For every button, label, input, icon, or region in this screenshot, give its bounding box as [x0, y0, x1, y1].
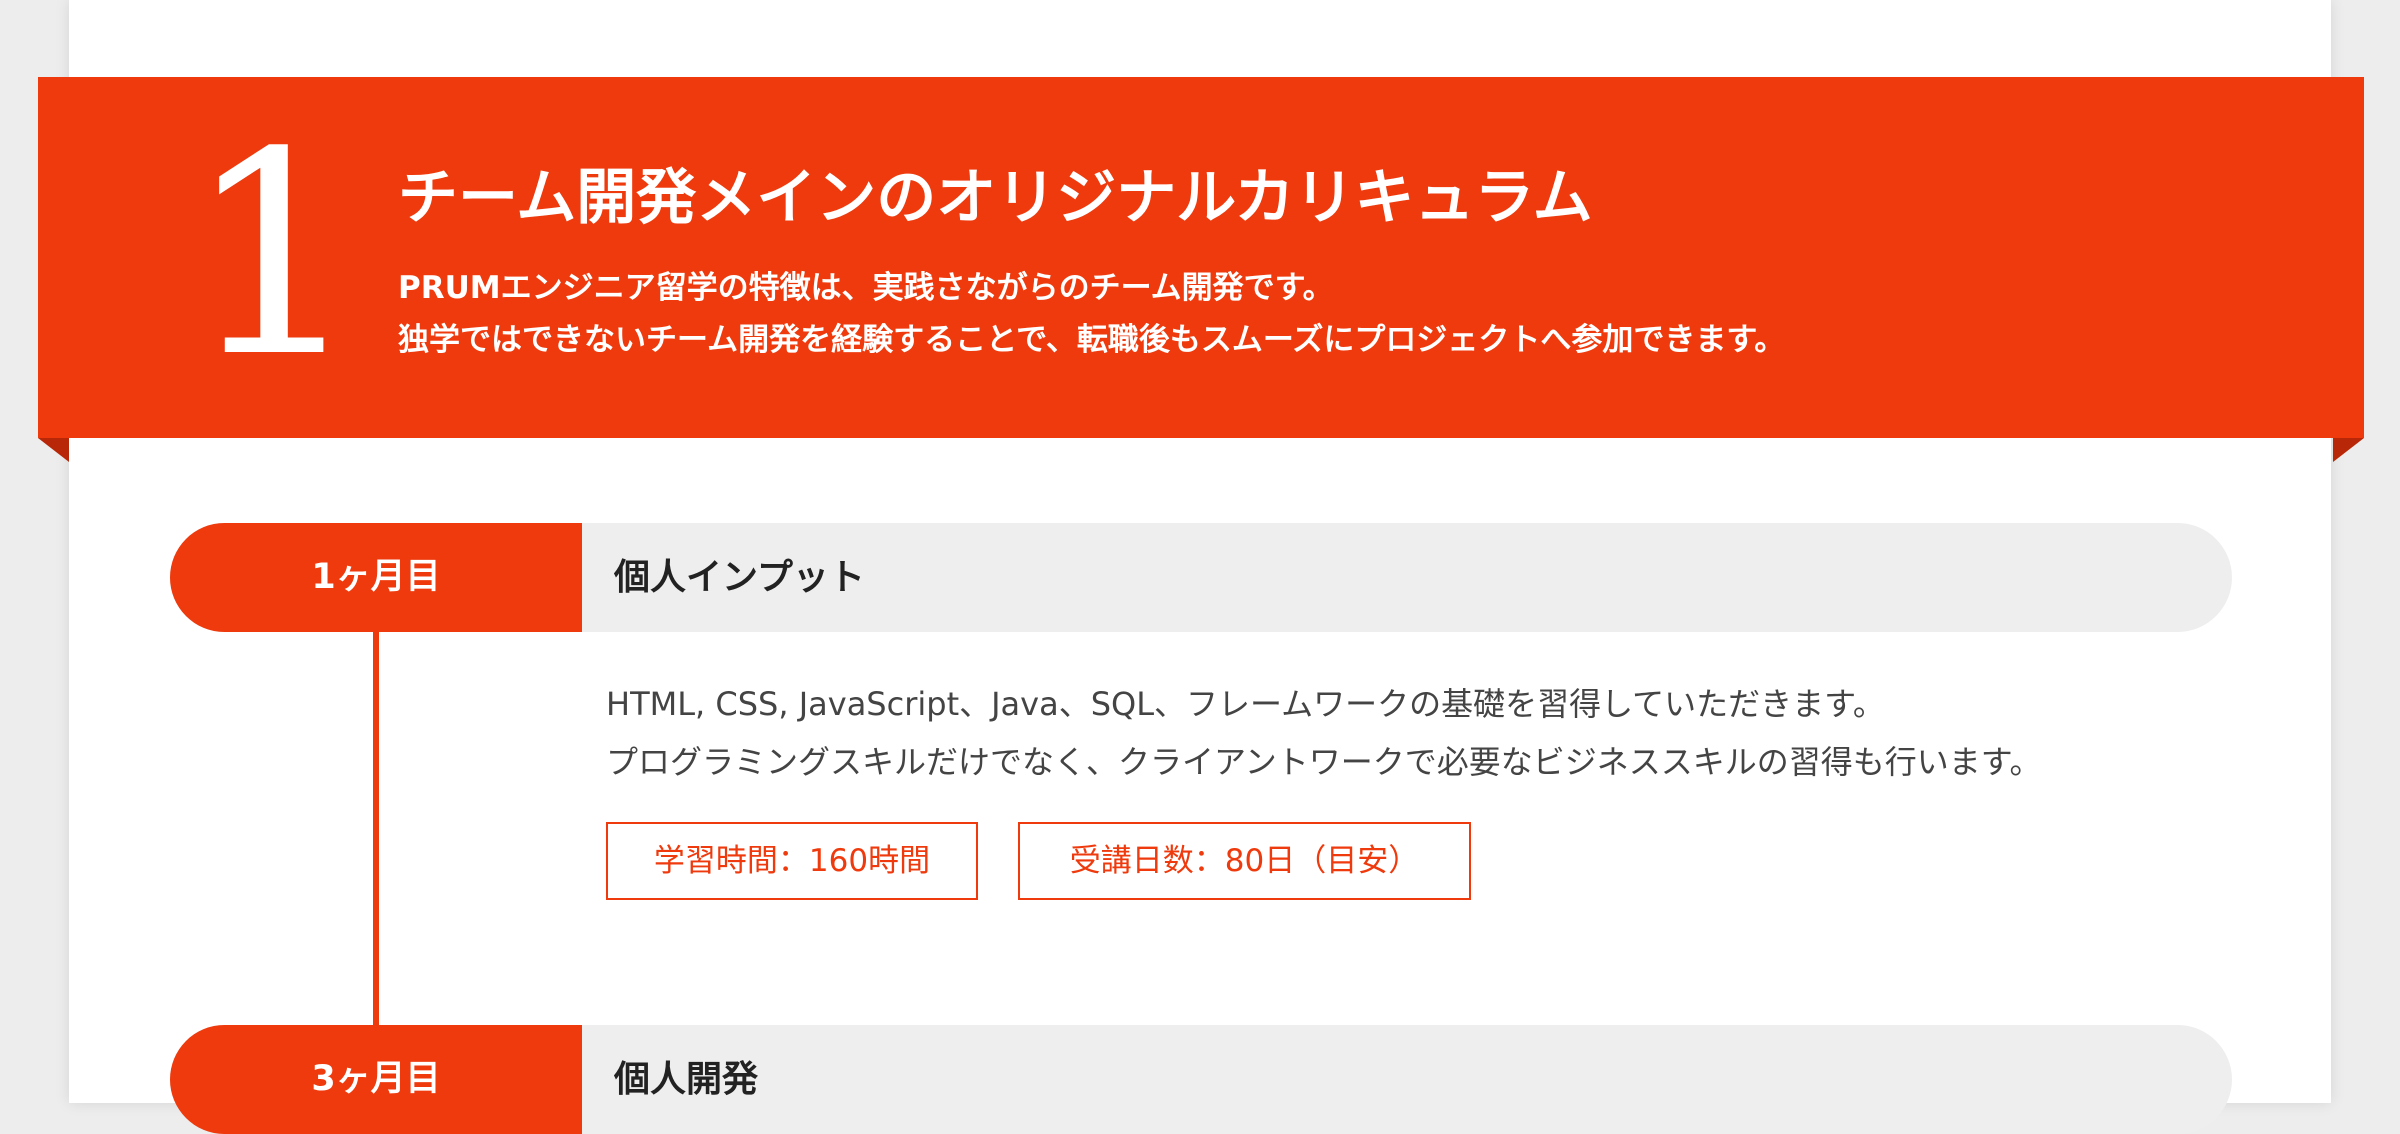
- step-month-label: 3ヶ月目: [170, 1025, 582, 1134]
- banner-fold-left: [38, 438, 69, 462]
- timeline-connector: [373, 628, 379, 1028]
- course-days-tag: 受講日数：80日（目安）: [1018, 822, 1471, 900]
- step-header-month-1: 1ヶ月目 個人インプット: [170, 523, 2232, 632]
- step-header-month-3: 3ヶ月目 個人開発: [170, 1025, 2232, 1134]
- study-hours-tag: 学習時間：160時間: [606, 822, 978, 900]
- feature-description-line: 独学ではできないチーム開発を経験することで、転職後もスムーズにプロジェクトへ参加…: [398, 322, 1786, 358]
- step-month-label: 1ヶ月目: [170, 523, 582, 632]
- step-description-line: HTML, CSS, JavaScript、Java、SQL、フレームワークの基…: [606, 685, 1885, 723]
- step-description: HTML, CSS, JavaScript、Java、SQL、フレームワークの基…: [606, 675, 2042, 791]
- banner-fold-right: [2333, 438, 2364, 462]
- feature-description: PRUMエンジニア留学の特徴は、実践さながらのチーム開発です。 独学ではできない…: [398, 262, 1785, 366]
- step-title: 個人インプット: [614, 557, 865, 598]
- feature-banner: [38, 77, 2364, 438]
- step-description-line: プログラミングスキルだけでなく、クライアントワークで必要なビジネススキルの習得も…: [606, 743, 2042, 781]
- feature-description-line: PRUMエンジニア留学の特徴は、実践さながらのチーム開発です。: [398, 270, 1334, 306]
- feature-number: 1: [185, 93, 364, 419]
- feature-title: チーム開発メインのオリジナルカリキュラム: [398, 163, 1593, 233]
- step-title: 個人開発: [614, 1059, 759, 1100]
